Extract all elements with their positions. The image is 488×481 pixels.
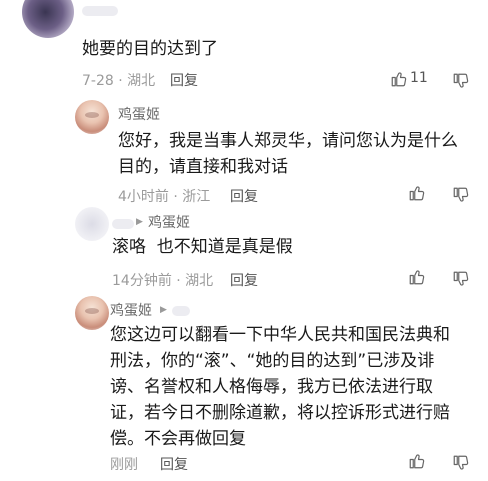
- username[interactable]: 鸡蛋姬: [110, 300, 152, 320]
- username[interactable]: 鸡蛋姬: [118, 104, 160, 124]
- comment-line: 谤、名誉权和人格侮辱，我方已依法进行取: [110, 377, 433, 397]
- comment-text: 滚咯 也不知道是真是假: [112, 237, 293, 257]
- reply-button[interactable]: 回复: [160, 454, 188, 474]
- comment-line: 您这边可以翻看一下中华人民共和国民法典和: [110, 325, 450, 345]
- comment-text: 她要的目的达到了: [82, 39, 218, 59]
- comment-line: 目的，请直接和我对话: [118, 157, 288, 177]
- avatar[interactable]: [75, 100, 109, 134]
- thumbs-down-icon[interactable]: [452, 72, 470, 90]
- thumbs-down-icon[interactable]: [452, 270, 470, 288]
- comment-line: 您好，我是当事人郑灵华，请问您认为是什么: [118, 131, 458, 151]
- avatar[interactable]: [22, 0, 74, 38]
- username-blurred: [82, 6, 118, 16]
- comment-line: 偿。不会再做回复: [110, 429, 246, 449]
- thumbs-up-icon[interactable]: [408, 268, 426, 286]
- reply-arrow-icon: ▶: [160, 305, 167, 315]
- username-blurred: [112, 219, 134, 229]
- comment-line: 证，若今日不删除道歉，将以控诉形式进行赔: [110, 403, 450, 423]
- comment-meta: 7-28 · 湖北: [82, 73, 156, 89]
- comment-meta: 4小时前 · 浙江: [118, 189, 211, 205]
- comment-line: 刑法，你的“滚”、“她的目的达到”已涉及诽: [110, 351, 435, 371]
- reply-button[interactable]: 回复: [230, 186, 258, 206]
- comment-meta: 14分钟前 · 湖北: [112, 273, 214, 289]
- avatar[interactable]: [75, 207, 109, 241]
- reply-button[interactable]: 回复: [230, 270, 258, 290]
- avatar[interactable]: [75, 296, 109, 330]
- thumbs-up-icon[interactable]: [408, 184, 426, 202]
- comment-meta: 刚刚: [110, 457, 138, 473]
- like-count: 11: [410, 70, 428, 86]
- username[interactable]: 鸡蛋姬: [148, 212, 190, 232]
- username-blurred: [172, 306, 190, 316]
- thumbs-down-icon[interactable]: [452, 454, 470, 472]
- reply-button[interactable]: 回复: [170, 70, 198, 90]
- thumbs-down-icon[interactable]: [452, 186, 470, 204]
- reply-arrow-icon: ▶: [136, 217, 143, 227]
- thumbs-up-icon[interactable]: [408, 452, 426, 470]
- thumbs-up-icon[interactable]: [390, 70, 408, 88]
